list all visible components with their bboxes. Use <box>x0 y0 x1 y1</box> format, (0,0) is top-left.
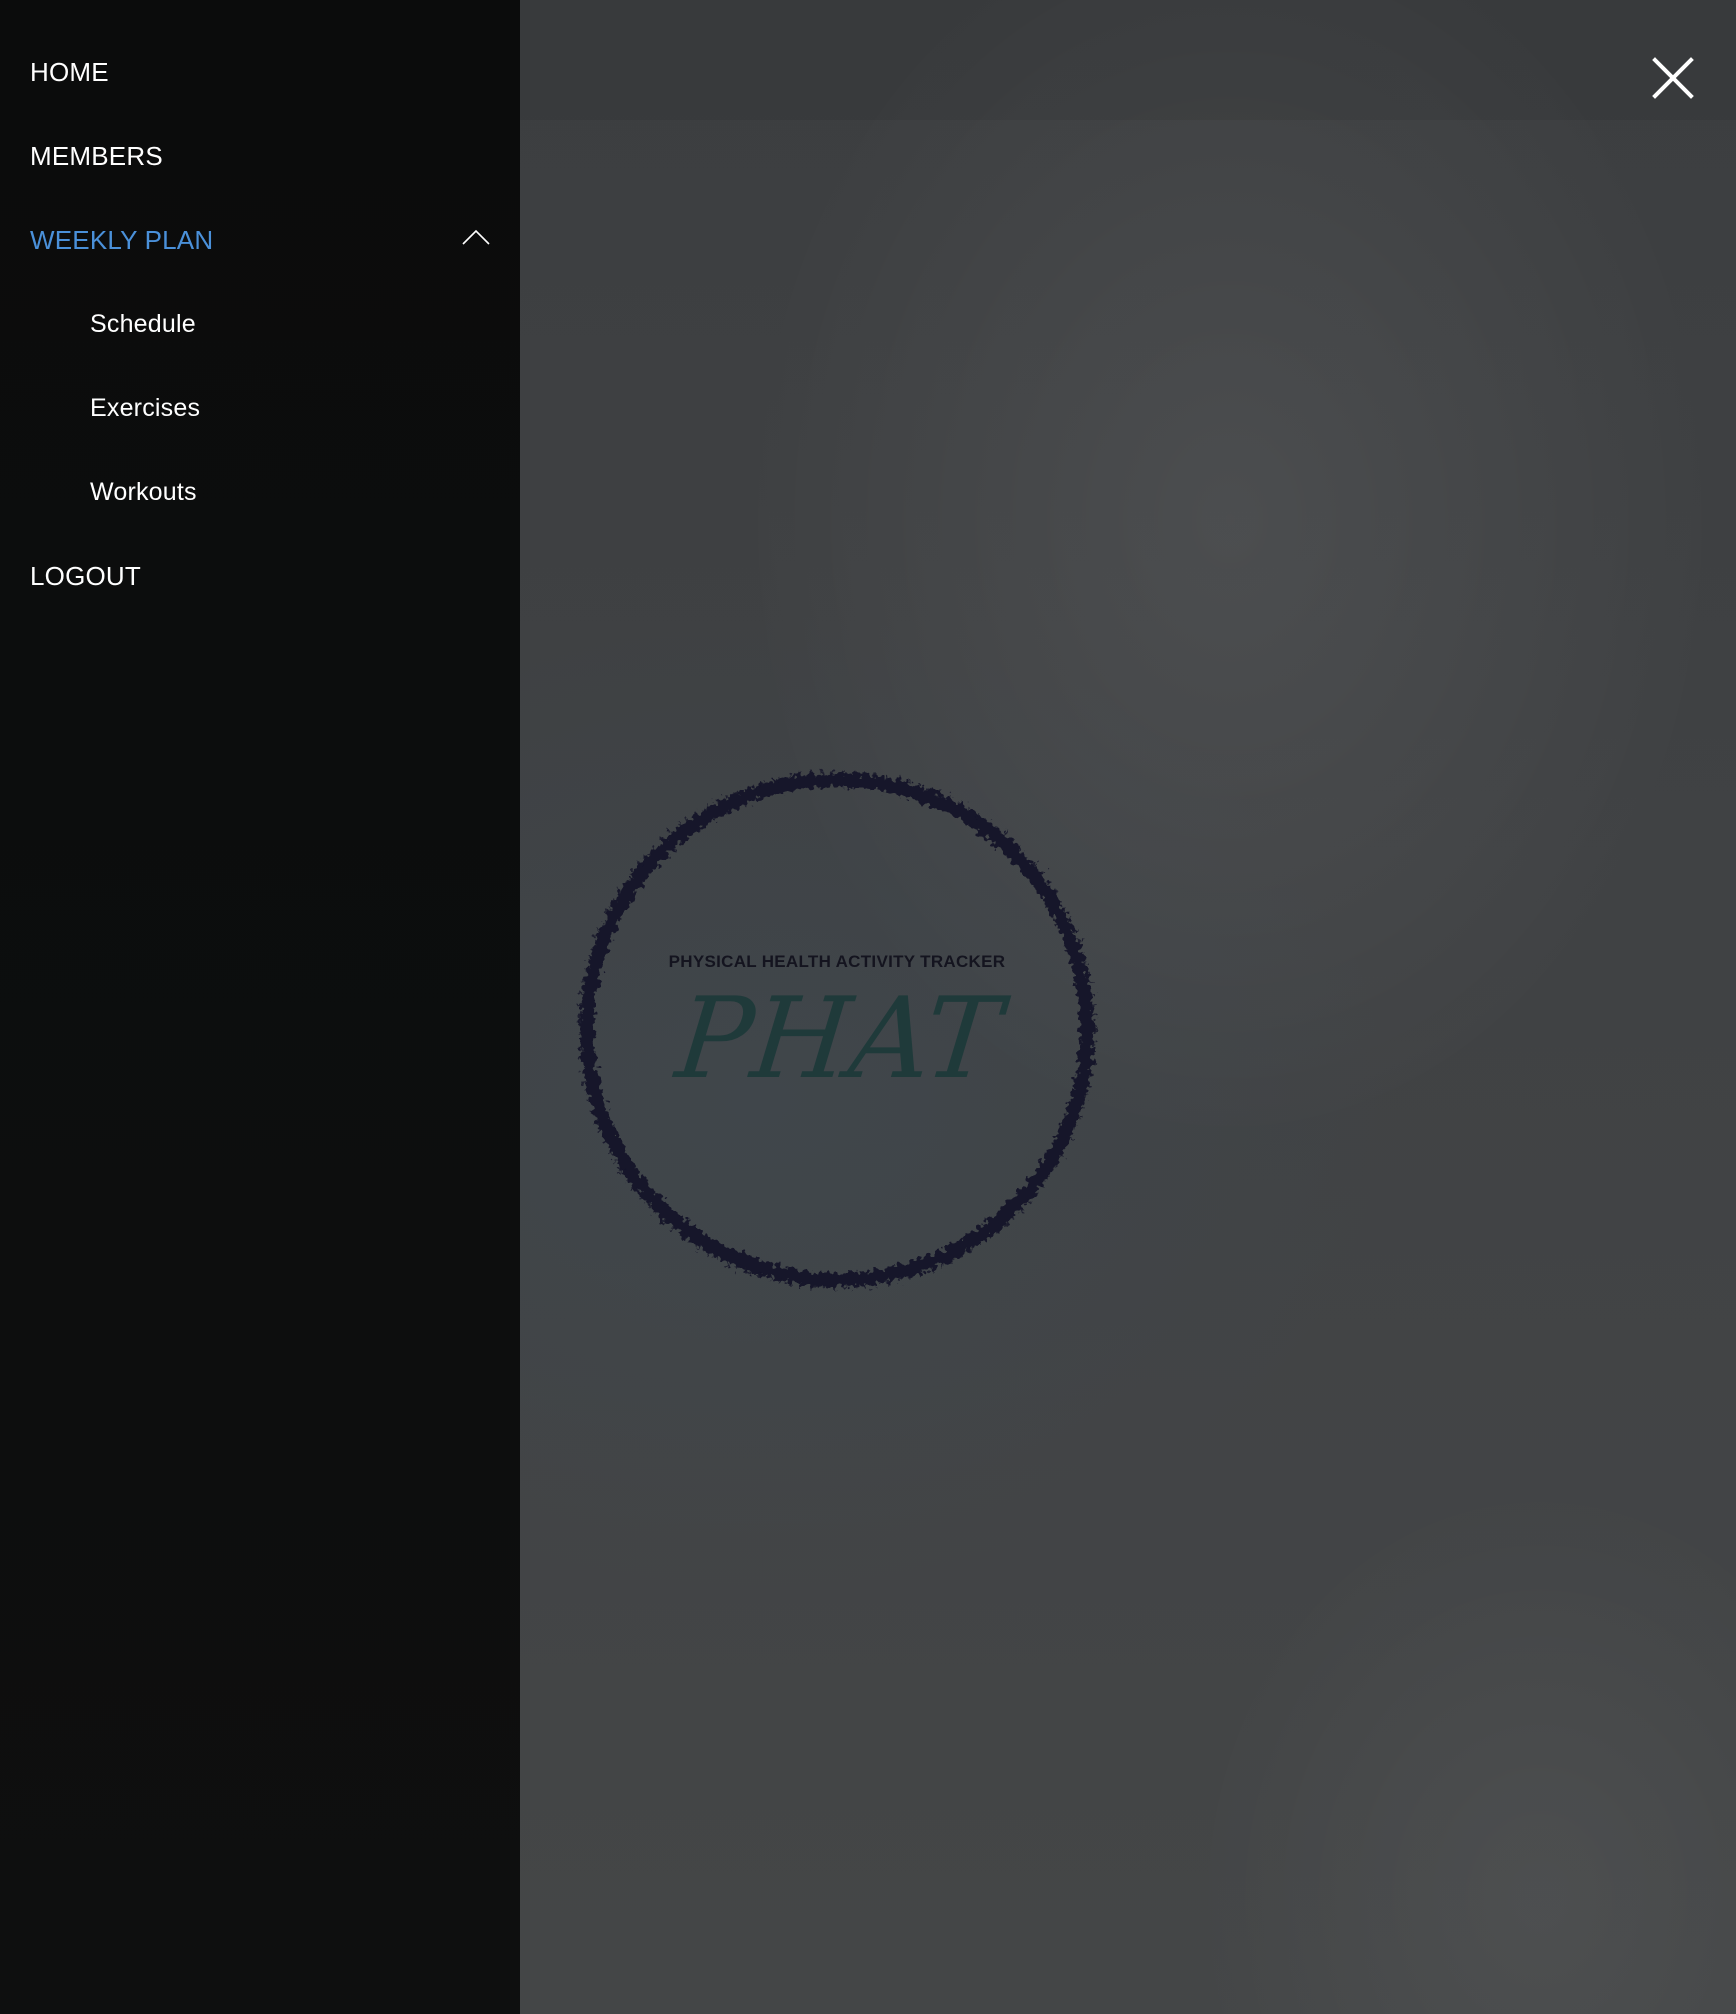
sidebar-subitem-schedule[interactable]: Schedule <box>0 282 520 366</box>
sidebar-subitem-label: Exercises <box>90 393 201 422</box>
chevron-up-icon[interactable] <box>462 228 490 246</box>
sidebar-subitem-label: Schedule <box>90 309 196 338</box>
sidebar-item-label: HOME <box>30 56 109 87</box>
sidebar-item-home[interactable]: HOME <box>0 30 520 114</box>
sidebar-drawer: HOME MEMBERS WEEKLY PLAN Schedule Exerci… <box>0 0 520 2014</box>
phat-logo: PHYSICAL HEALTH ACTIVITY TRACKER PHAT <box>570 755 1105 1305</box>
sidebar-subitem-workouts[interactable]: Workouts <box>0 450 520 534</box>
sidebar-item-label: MEMBERS <box>30 140 163 171</box>
sidebar-subitem-exercises[interactable]: Exercises <box>0 366 520 450</box>
sidebar-item-label: WEEKLY PLAN <box>30 224 214 255</box>
logo-tagline: PHYSICAL HEALTH ACTIVITY TRACKER <box>669 952 1006 971</box>
close-icon <box>1652 57 1694 99</box>
sidebar-item-weekly-plan[interactable]: WEEKLY PLAN <box>0 198 520 282</box>
sidebar-item-logout[interactable]: LOGOUT <box>0 534 520 618</box>
logo-wordmark: PHAT <box>669 974 1014 1104</box>
sidebar-item-label: LOGOUT <box>30 560 141 591</box>
close-menu-button[interactable] <box>1647 52 1699 104</box>
sidebar-item-members[interactable]: MEMBERS <box>0 114 520 198</box>
sidebar-subitem-label: Workouts <box>90 477 197 506</box>
